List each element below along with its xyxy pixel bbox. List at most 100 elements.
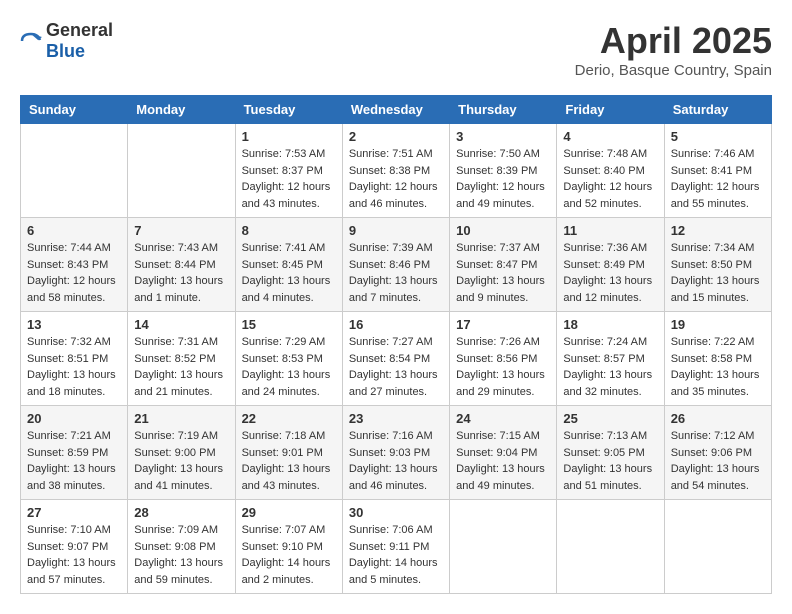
day-number: 28 [134,505,228,520]
page-header: General Blue April 2025 Derio, Basque Co… [20,20,772,79]
day-info: Sunrise: 7:13 AMSunset: 9:05 PMDaylight:… [563,428,657,494]
calendar-cell: 25Sunrise: 7:13 AMSunset: 9:05 PMDayligh… [557,406,664,500]
logo-icon [20,30,42,52]
logo-text: General Blue [46,20,113,62]
day-info: Sunrise: 7:19 AMSunset: 9:00 PMDaylight:… [134,428,228,494]
calendar-cell [557,500,664,594]
day-info: Sunrise: 7:51 AMSunset: 8:38 PMDaylight:… [349,146,443,212]
calendar-cell [21,124,128,218]
calendar-cell: 22 Sunrise: 7:18 AMSunset: 9:01 PMDayligh… [235,406,342,500]
day-info: Sunrise: 7:15 AMSunset: 9:04 PMDaylight:… [456,428,550,494]
calendar-cell [664,500,771,594]
day-number: 6 [27,223,121,238]
weekday-header: Tuesday [235,96,342,124]
calendar-cell: 18Sunrise: 7:24 AMSunset: 8:57 PMDayligh… [557,312,664,406]
calendar-cell: 20 Sunrise: 7:21 AMSunset: 8:59 PMDayligh… [21,406,128,500]
calendar-cell: 11 Sunrise: 7:36 AMSunset: 8:49 PMDayligh… [557,218,664,312]
day-number: 16 [349,317,443,332]
day-info: Sunrise: 7:27 AMSunset: 8:54 PMDaylight:… [349,334,443,400]
day-info: Sunrise: 7:53 AMSunset: 8:37 PMDaylight:… [242,146,336,212]
day-number: 20 [27,411,121,426]
weekday-header: Wednesday [342,96,449,124]
weekday-header: Saturday [664,96,771,124]
day-info: Sunrise: 7:18 AMSunset: 9:01 PMDaylight:… [242,428,336,494]
day-info: Sunrise: 7:12 AMSunset: 9:06 PMDaylight:… [671,428,765,494]
day-info: Sunrise: 7:34 AMSunset: 8:50 PMDaylight:… [671,240,765,306]
day-number: 3 [456,129,550,144]
day-number: 8 [242,223,336,238]
calendar-cell: 1 Sunrise: 7:53 AMSunset: 8:37 PMDaylight… [235,124,342,218]
calendar-cell: 19 Sunrise: 7:22 AMSunset: 8:58 PMDayligh… [664,312,771,406]
calendar-cell: 6Sunrise: 7:44 AMSunset: 8:43 PMDaylight… [21,218,128,312]
day-number: 13 [27,317,121,332]
calendar-header-row: SundayMondayTuesdayWednesdayThursdayFrid… [21,96,772,124]
calendar-cell: 23Sunrise: 7:16 AMSunset: 9:03 PMDayligh… [342,406,449,500]
calendar-cell: 5 Sunrise: 7:46 AMSunset: 8:41 PMDaylight… [664,124,771,218]
day-info: Sunrise: 7:46 AMSunset: 8:41 PMDaylight:… [671,146,765,212]
calendar-cell [450,500,557,594]
day-number: 19 [671,317,765,332]
day-info: Sunrise: 7:48 AMSunset: 8:40 PMDaylight:… [563,146,657,212]
calendar-week-row: 20 Sunrise: 7:21 AMSunset: 8:59 PMDayligh… [21,406,772,500]
calendar-cell: 24 Sunrise: 7:15 AMSunset: 9:04 PMDayligh… [450,406,557,500]
month-year: April 2025 [575,20,772,62]
calendar-cell: 8 Sunrise: 7:41 AMSunset: 8:45 PMDaylight… [235,218,342,312]
day-number: 17 [456,317,550,332]
day-number: 5 [671,129,765,144]
day-number: 30 [349,505,443,520]
calendar-cell: 12 Sunrise: 7:34 AMSunset: 8:50 PMDayligh… [664,218,771,312]
day-number: 11 [563,223,657,238]
day-number: 12 [671,223,765,238]
calendar-cell: 16 Sunrise: 7:27 AMSunset: 8:54 PMDayligh… [342,312,449,406]
day-info: Sunrise: 7:16 AMSunset: 9:03 PMDaylight:… [349,428,443,494]
day-info: Sunrise: 7:06 AMSunset: 9:11 PMDaylight:… [349,522,443,588]
day-info: Sunrise: 7:07 AMSunset: 9:10 PMDaylight:… [242,522,336,588]
calendar-cell: 14Sunrise: 7:31 AMSunset: 8:52 PMDayligh… [128,312,235,406]
calendar-cell: 21 Sunrise: 7:19 AMSunset: 9:00 PMDayligh… [128,406,235,500]
day-number: 7 [134,223,228,238]
day-info: Sunrise: 7:09 AMSunset: 9:08 PMDaylight:… [134,522,228,588]
calendar-week-row: 1 Sunrise: 7:53 AMSunset: 8:37 PMDaylight… [21,124,772,218]
calendar-cell: 15Sunrise: 7:29 AMSunset: 8:53 PMDayligh… [235,312,342,406]
title-block: April 2025 Derio, Basque Country, Spain [575,20,772,79]
day-number: 4 [563,129,657,144]
calendar-cell: 27 Sunrise: 7:10 AMSunset: 9:07 PMDayligh… [21,500,128,594]
day-info: Sunrise: 7:10 AMSunset: 9:07 PMDaylight:… [27,522,121,588]
calendar-cell [128,124,235,218]
day-info: Sunrise: 7:32 AMSunset: 8:51 PMDaylight:… [27,334,121,400]
day-info: Sunrise: 7:37 AMSunset: 8:47 PMDaylight:… [456,240,550,306]
day-info: Sunrise: 7:24 AMSunset: 8:57 PMDaylight:… [563,334,657,400]
day-number: 29 [242,505,336,520]
day-number: 9 [349,223,443,238]
day-number: 1 [242,129,336,144]
calendar-cell: 10 Sunrise: 7:37 AMSunset: 8:47 PMDayligh… [450,218,557,312]
day-number: 26 [671,411,765,426]
day-info: Sunrise: 7:41 AMSunset: 8:45 PMDaylight:… [242,240,336,306]
calendar-cell: 4 Sunrise: 7:48 AMSunset: 8:40 PMDaylight… [557,124,664,218]
calendar-week-row: 6Sunrise: 7:44 AMSunset: 8:43 PMDaylight… [21,218,772,312]
calendar-cell: 3 Sunrise: 7:50 AMSunset: 8:39 PMDaylight… [450,124,557,218]
day-number: 27 [27,505,121,520]
day-number: 2 [349,129,443,144]
calendar-cell: 13 Sunrise: 7:32 AMSunset: 8:51 PMDayligh… [21,312,128,406]
day-info: Sunrise: 7:36 AMSunset: 8:49 PMDaylight:… [563,240,657,306]
logo: General Blue [20,20,113,62]
day-number: 10 [456,223,550,238]
day-info: Sunrise: 7:22 AMSunset: 8:58 PMDaylight:… [671,334,765,400]
calendar-cell: 26 Sunrise: 7:12 AMSunset: 9:06 PMDayligh… [664,406,771,500]
calendar-cell: 28 Sunrise: 7:09 AMSunset: 9:08 PMDayligh… [128,500,235,594]
calendar-table: SundayMondayTuesdayWednesdayThursdayFrid… [20,95,772,594]
weekday-header: Friday [557,96,664,124]
day-info: Sunrise: 7:21 AMSunset: 8:59 PMDaylight:… [27,428,121,494]
day-number: 24 [456,411,550,426]
calendar-cell: 29 Sunrise: 7:07 AMSunset: 9:10 PMDayligh… [235,500,342,594]
calendar-cell: 30 Sunrise: 7:06 AMSunset: 9:11 PMDayligh… [342,500,449,594]
logo-general: General [46,20,113,40]
weekday-header: Thursday [450,96,557,124]
day-number: 22 [242,411,336,426]
calendar-cell: 2 Sunrise: 7:51 AMSunset: 8:38 PMDaylight… [342,124,449,218]
calendar-cell: 17Sunrise: 7:26 AMSunset: 8:56 PMDayligh… [450,312,557,406]
weekday-header: Monday [128,96,235,124]
day-number: 21 [134,411,228,426]
day-info: Sunrise: 7:50 AMSunset: 8:39 PMDaylight:… [456,146,550,212]
